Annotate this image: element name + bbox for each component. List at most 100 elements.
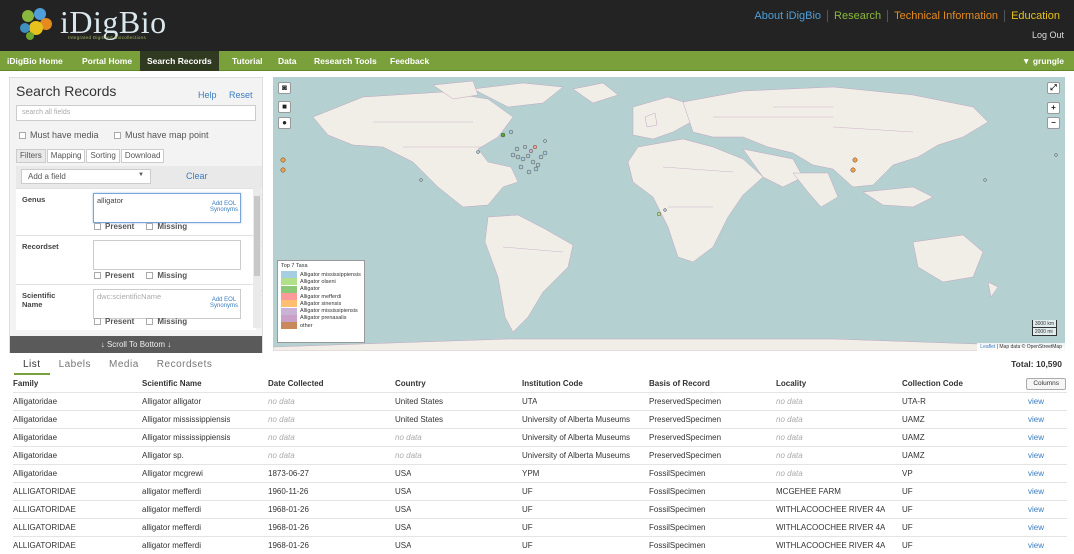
fullscreen-icon[interactable]: ⤢ (1047, 82, 1060, 94)
table-cell: UF (902, 505, 913, 514)
legend-title: Top 7 Taxa (281, 263, 308, 269)
site-header: iDigBio Integrated Digitized Biocollecti… (0, 0, 1074, 51)
map-view[interactable]: ◙ ■ ● ⤢ + − Top 7 Taxa Alligator mississ… (273, 77, 1065, 351)
tab-download[interactable]: Download (120, 149, 165, 163)
legend-item: other (281, 322, 361, 330)
filter-recordset: Recordset✖PresentMissing (16, 235, 262, 284)
view-link[interactable]: view (1028, 519, 1044, 536)
results-tab-list[interactable]: List (14, 357, 50, 375)
add-eol-synonyms-link[interactable]: Add EOL Synonyms (206, 297, 242, 309)
checkbox-icon (19, 131, 26, 139)
legend-item: Alligator mississipiensis (281, 307, 361, 315)
present-checkbox[interactable]: Present (94, 317, 134, 326)
top-link-research[interactable]: Research (827, 10, 887, 22)
present-checkbox[interactable]: Present (94, 271, 134, 280)
nav-tutorial[interactable]: Tutorial (225, 51, 270, 71)
results-tab-recordsets[interactable]: Recordsets (148, 357, 222, 375)
tab-mapping[interactable]: Mapping (46, 149, 86, 163)
table-row[interactable]: Alligatoridae Alligator mississippiensis n… (13, 428, 1067, 446)
help-link[interactable]: Help (198, 90, 217, 100)
table-cell: UAMZ (902, 415, 925, 424)
draw-point-icon[interactable]: ● (278, 117, 291, 129)
table-cell: UF (522, 505, 533, 514)
column-header-collection-code[interactable]: Collection Code (902, 375, 963, 392)
nav-research-tools[interactable]: Research Tools (307, 51, 384, 71)
top-link-technical-information[interactable]: Technical Information (887, 10, 1004, 22)
tab-filters[interactable]: Filters (16, 149, 46, 163)
nav-data[interactable]: Data (271, 51, 303, 71)
missing-checkbox[interactable]: Missing (146, 317, 187, 326)
reset-link[interactable]: Reset (229, 90, 253, 100)
legend-swatch (281, 278, 297, 286)
table-row[interactable]: ALLIGATORIDAE alligator mefferdi 1968-01-2… (13, 536, 1067, 554)
view-link[interactable]: view (1028, 393, 1044, 410)
clear-link[interactable]: Clear (186, 171, 208, 181)
table-cell: VP (902, 469, 913, 478)
table-cell: UF (902, 541, 913, 550)
view-link[interactable]: view (1028, 429, 1044, 446)
attribution-text: | Map data © OpenStreetMap (996, 344, 1062, 350)
scroll-to-bottom-button[interactable]: ↓ Scroll To Bottom ↓ (10, 336, 262, 353)
add-field-select[interactable]: Add a field ▼ (21, 169, 151, 184)
filter-label: Recordset (22, 242, 59, 251)
table-cell: USA (395, 469, 412, 478)
legend-label: other (300, 322, 313, 329)
tab-sorting[interactable]: Sorting (86, 149, 120, 163)
table-row[interactable]: ALLIGATORIDAE alligator mefferdi 1968-01-2… (13, 518, 1067, 536)
view-link[interactable]: view (1028, 501, 1044, 518)
table-cell: no data (268, 415, 295, 424)
missing-checkbox[interactable]: Missing (146, 271, 187, 280)
nav-portal-home[interactable]: Portal Home (75, 51, 139, 71)
table-row[interactable]: ALLIGATORIDAE alligator mefferdi 1960-11-2… (13, 482, 1067, 500)
nav-feedback[interactable]: Feedback (383, 51, 436, 71)
table-cell: no data (776, 415, 803, 424)
nav-search-records[interactable]: Search Records (140, 51, 219, 71)
table-cell: Alligatoridae (13, 433, 58, 442)
column-header-scientific-name[interactable]: Scientific Name (142, 375, 202, 392)
table-row[interactable]: Alligatoridae Alligator alligator no data U… (13, 392, 1067, 410)
table-cell: 1873-06-27 (268, 469, 309, 478)
filter-recordset-input[interactable] (93, 240, 241, 270)
column-header-country[interactable]: Country (395, 375, 426, 392)
table-row[interactable]: Alligatoridae Alligator mississippiensis n… (13, 410, 1067, 428)
must-have-map-point-checkbox[interactable]: Must have map point (114, 130, 209, 140)
table-cell: Alligator mcgrewi (142, 469, 203, 478)
leaflet-link[interactable]: Leaflet (980, 344, 995, 350)
checkbox-icon (114, 131, 121, 139)
nav-idigbio-home[interactable]: iDigBio Home (0, 51, 70, 71)
legend-item: Alligator sinensis (281, 300, 361, 308)
table-row[interactable]: Alligatoridae Alligator mcgrewi 1873-06-27… (13, 464, 1067, 482)
logout-link[interactable]: Log Out (1032, 30, 1064, 40)
view-link[interactable]: view (1028, 483, 1044, 500)
column-header-locality[interactable]: Locality (776, 375, 806, 392)
top-link-education[interactable]: Education (1004, 10, 1066, 22)
results-tab-media[interactable]: Media (100, 357, 148, 375)
draw-rectangle-icon[interactable]: ■ (278, 101, 291, 113)
idigbio-logo[interactable]: iDigBio Integrated Digitized Biocollecti… (16, 4, 186, 44)
checkbox-icon (146, 318, 154, 325)
add-eol-synonyms-link[interactable]: Add EOL Synonyms (206, 201, 242, 213)
user-menu[interactable]: ▼ grungle (1022, 51, 1064, 71)
scrollbar-thumb[interactable] (254, 196, 260, 276)
present-checkbox[interactable]: Present (94, 222, 134, 231)
view-link[interactable]: view (1028, 465, 1044, 482)
table-row[interactable]: ALLIGATORIDAE alligator mefferdi 1968-01-2… (13, 500, 1067, 518)
column-header-basis-of-record[interactable]: Basis of Record (649, 375, 710, 392)
screenshot-camera-icon[interactable]: ◙ (278, 82, 291, 94)
column-header-date-collected[interactable]: Date Collected (268, 375, 324, 392)
view-link[interactable]: view (1028, 411, 1044, 428)
zoom-out-icon[interactable]: − (1047, 117, 1060, 129)
legend-item: Alligator mefferdi (281, 293, 361, 301)
must-have-media-checkbox[interactable]: Must have media (19, 130, 99, 140)
missing-checkbox[interactable]: Missing (146, 222, 187, 231)
table-row[interactable]: Alligatoridae Alligator sp. no data no data… (13, 446, 1067, 464)
filter-scrollbar[interactable] (253, 188, 261, 328)
results-tab-labels[interactable]: Labels (50, 357, 100, 375)
column-header-family[interactable]: Family (13, 375, 38, 392)
top-link-about-idigbio[interactable]: About iDigBio (748, 10, 827, 22)
search-all-fields-input[interactable]: search all fields (16, 105, 256, 121)
column-header-institution-code[interactable]: Institution Code (522, 375, 583, 392)
view-link[interactable]: view (1028, 447, 1044, 464)
zoom-in-icon[interactable]: + (1047, 102, 1060, 114)
view-link[interactable]: view (1028, 537, 1044, 554)
